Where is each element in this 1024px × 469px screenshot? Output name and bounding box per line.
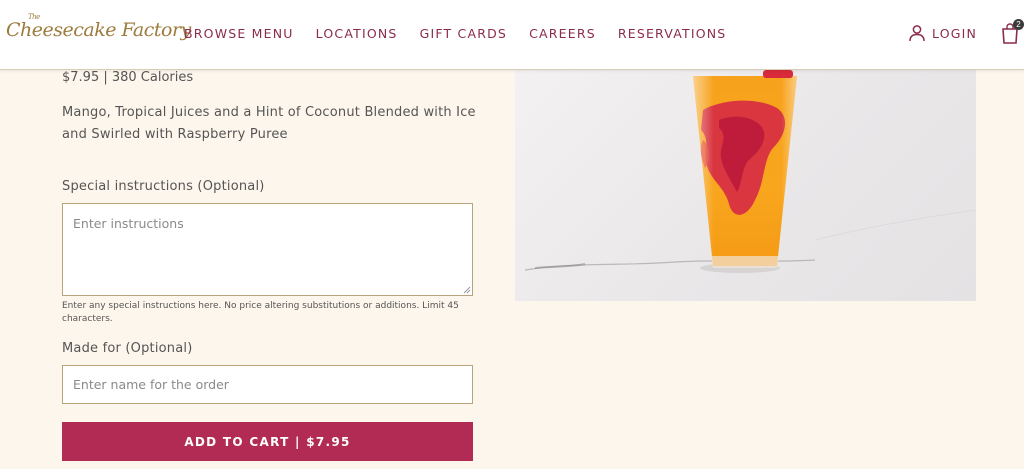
nav-gift-cards[interactable]: GIFT CARDS — [420, 26, 507, 41]
main-nav: BROWSE MENU LOCATIONS GIFT CARDS CAREERS… — [184, 26, 748, 41]
add-to-cart-button[interactable]: ADD TO CART | $7.95 — [62, 422, 473, 461]
brand-logo[interactable]: The Cheesecake Factory — [6, 13, 191, 41]
product-image — [515, 70, 976, 301]
site-header: The Cheesecake Factory BROWSE MENU LOCAT… — [0, 0, 1024, 70]
user-icon — [909, 25, 925, 42]
resize-grip-icon[interactable] — [463, 286, 471, 294]
special-instructions-input[interactable] — [62, 203, 473, 296]
nav-careers[interactable]: CAREERS — [529, 26, 596, 41]
cart-count-badge: 2 — [1013, 19, 1024, 30]
nav-reservations[interactable]: RESERVATIONS — [618, 26, 727, 41]
logo-the: The — [28, 13, 40, 21]
logo-text: Cheesecake Factory — [6, 19, 191, 41]
login-button[interactable]: LOGIN — [908, 24, 977, 42]
nav-locations[interactable]: LOCATIONS — [316, 26, 398, 41]
special-instructions-hint: Enter any special instructions here. No … — [62, 301, 459, 324]
made-for-input[interactable] — [62, 365, 473, 404]
made-for-label: Made for (Optional) — [62, 341, 193, 356]
nav-browse-menu[interactable]: BROWSE MENU — [184, 26, 294, 41]
special-instructions-label: Special instructions (Optional) — [62, 179, 265, 194]
drink-image — [524, 70, 976, 273]
price-calories: $7.95 | 380 Calories — [62, 70, 194, 85]
product-description: Mango, Tropical Juices and a Hint of Coc… — [62, 105, 476, 142]
cart-button[interactable]: 2 — [1001, 19, 1024, 46]
login-label: LOGIN — [932, 25, 978, 41]
